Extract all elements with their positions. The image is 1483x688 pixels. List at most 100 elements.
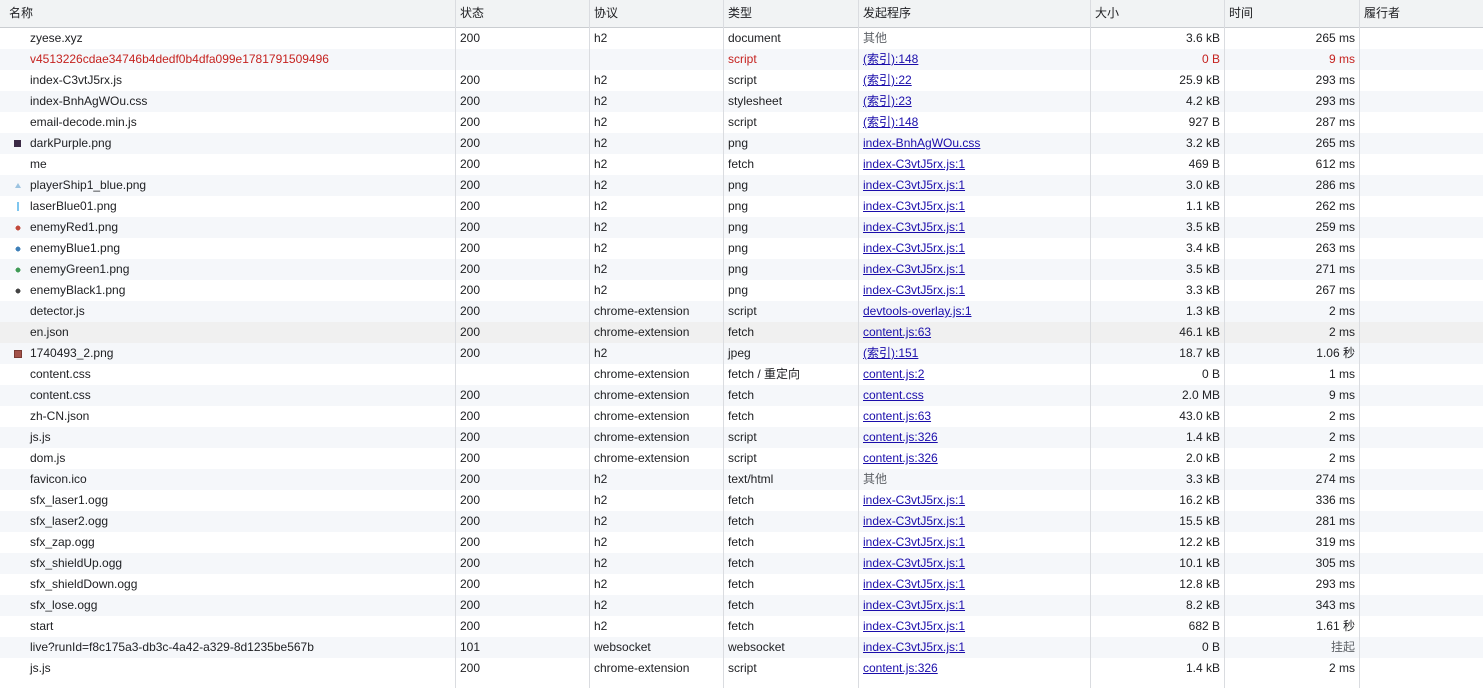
- initiator-link[interactable]: index-C3vtJ5rx.js:1: [863, 556, 965, 570]
- initiator-link[interactable]: devtools-overlay.js:1: [863, 304, 972, 318]
- request-name[interactable]: enemyGreen1.png: [0, 259, 455, 280]
- initiator-link[interactable]: index-C3vtJ5rx.js:1: [863, 178, 965, 192]
- initiator-link[interactable]: index-C3vtJ5rx.js:1: [863, 535, 965, 549]
- table-row[interactable]: favicon.ico 200 h2 text/html 其他 3.3 kB 274 ms: [0, 469, 1483, 490]
- table-row[interactable]: index-BnhAgWOu.css 200 h2 stylesheet (索引):23…: [0, 91, 1483, 112]
- initiator-link[interactable]: (索引):151: [863, 346, 918, 360]
- column-header-time[interactable]: 时间: [1224, 0, 1359, 27]
- request-name[interactable]: dom.js: [0, 448, 455, 469]
- request-name[interactable]: js.js: [0, 427, 455, 448]
- table-row[interactable]: content.css chrome-extension fetch / 重定向 co…: [0, 364, 1483, 385]
- column-header-protocol[interactable]: 协议: [589, 0, 723, 27]
- table-row[interactable]: sfx_shieldUp.ogg 200 h2 fetch index-C3vtJ5rx…: [0, 553, 1483, 574]
- request-name[interactable]: content.css: [0, 364, 455, 385]
- table-row[interactable]: sfx_lose.ogg 200 h2 fetch index-C3vtJ5rx.js:…: [0, 595, 1483, 616]
- request-name[interactable]: index-C3vtJ5rx.js: [0, 70, 455, 91]
- request-name[interactable]: playerShip1_blue.png: [0, 175, 455, 196]
- table-row[interactable]: js.js 200 chrome-extension script content.js…: [0, 658, 1483, 679]
- column-divider[interactable]: [1224, 0, 1225, 688]
- request-name[interactable]: enemyBlue1.png: [0, 238, 455, 259]
- column-divider[interactable]: [455, 0, 456, 688]
- table-row[interactable]: v4513226cdae34746b4dedf0b4dfa099e1781791…: [0, 49, 1483, 70]
- initiator-link[interactable]: content.js:326: [863, 451, 938, 465]
- column-header-name[interactable]: 名称: [0, 0, 455, 27]
- table-row[interactable]: email-decode.min.js 200 h2 script (索引):148 92…: [0, 112, 1483, 133]
- initiator-link[interactable]: index-C3vtJ5rx.js:1: [863, 283, 965, 297]
- request-name[interactable]: content.css: [0, 385, 455, 406]
- request-name[interactable]: enemyRed1.png: [0, 217, 455, 238]
- initiator-link[interactable]: index-C3vtJ5rx.js:1: [863, 514, 965, 528]
- initiator-link[interactable]: index-C3vtJ5rx.js:1: [863, 241, 965, 255]
- request-name[interactable]: enemyBlack1.png: [0, 280, 455, 301]
- request-name[interactable]: v4513226cdae34746b4dedf0b4dfa099e1781791…: [0, 49, 455, 70]
- request-name[interactable]: favicon.ico: [0, 469, 455, 490]
- column-header-waterfall[interactable]: 履行者: [1359, 0, 1483, 27]
- request-name[interactable]: start: [0, 616, 455, 637]
- initiator-link[interactable]: content.js:63: [863, 325, 931, 339]
- column-header-status[interactable]: 状态: [455, 0, 589, 27]
- initiator-link[interactable]: index-C3vtJ5rx.js:1: [863, 220, 965, 234]
- initiator-link[interactable]: content.js:326: [863, 661, 938, 675]
- request-name[interactable]: zyese.xyz: [0, 28, 455, 49]
- request-name[interactable]: index-BnhAgWOu.css: [0, 91, 455, 112]
- initiator-link[interactable]: (索引):148: [863, 115, 918, 129]
- request-name[interactable]: detector.js: [0, 301, 455, 322]
- initiator-link[interactable]: index-C3vtJ5rx.js:1: [863, 619, 965, 633]
- column-header-size[interactable]: 大小: [1090, 0, 1224, 27]
- request-name[interactable]: live?runId=f8c175a3-db3c-4a42-a329-8d123…: [0, 637, 455, 658]
- table-row[interactable]: sfx_zap.ogg 200 h2 fetch index-C3vtJ5rx.js:1…: [0, 532, 1483, 553]
- table-row[interactable]: playerShip1_blue.png 200 h2 png index-C3vtJ5…: [0, 175, 1483, 196]
- column-divider[interactable]: [1090, 0, 1091, 688]
- table-row[interactable]: js.js 200 chrome-extension script content.js…: [0, 427, 1483, 448]
- table-row[interactable]: start 200 h2 fetch index-C3vtJ5rx.js:1 682 B 1…: [0, 616, 1483, 637]
- initiator-link[interactable]: index-C3vtJ5rx.js:1: [863, 640, 965, 654]
- table-row[interactable]: live?runId=f8c175a3-db3c-4a42-a329-8d123…: [0, 637, 1483, 658]
- table-row[interactable]: enemyRed1.png 200 h2 png index-C3vtJ5rx.js:1…: [0, 217, 1483, 238]
- table-row[interactable]: darkPurple.png 200 h2 png index-BnhAgWOu.css…: [0, 133, 1483, 154]
- request-name[interactable]: en.json: [0, 322, 455, 343]
- request-name[interactable]: sfx_shieldDown.ogg: [0, 574, 455, 595]
- table-row[interactable]: content.css 200 chrome-extension fetch conte…: [0, 385, 1483, 406]
- initiator-link[interactable]: index-BnhAgWOu.css: [863, 136, 980, 150]
- request-name[interactable]: sfx_lose.ogg: [0, 595, 455, 616]
- initiator-link[interactable]: index-C3vtJ5rx.js:1: [863, 157, 965, 171]
- table-row[interactable]: zh-CN.json 200 chrome-extension fetch conten…: [0, 406, 1483, 427]
- initiator-link[interactable]: index-C3vtJ5rx.js:1: [863, 598, 965, 612]
- column-header-initiator[interactable]: 发起程序: [858, 0, 1090, 27]
- table-row[interactable]: me 200 h2 fetch index-C3vtJ5rx.js:1 469 B 612 …: [0, 154, 1483, 175]
- initiator-link[interactable]: content.css: [863, 388, 924, 402]
- column-divider[interactable]: [589, 0, 590, 688]
- request-name[interactable]: email-decode.min.js: [0, 112, 455, 133]
- table-row[interactable]: enemyGreen1.png 200 h2 png index-C3vtJ5rx.js…: [0, 259, 1483, 280]
- request-name[interactable]: darkPurple.png: [0, 133, 455, 154]
- table-row[interactable]: detector.js 200 chrome-extension script devt…: [0, 301, 1483, 322]
- initiator-link[interactable]: content.js:63: [863, 409, 931, 423]
- request-name[interactable]: me: [0, 154, 455, 175]
- request-name[interactable]: js.js: [0, 658, 455, 679]
- initiator-link[interactable]: content.js:2: [863, 367, 924, 381]
- table-row[interactable]: dom.js 200 chrome-extension script content.j…: [0, 448, 1483, 469]
- table-row[interactable]: sfx_laser2.ogg 200 h2 fetch index-C3vtJ5rx.j…: [0, 511, 1483, 532]
- initiator-link[interactable]: (索引):22: [863, 73, 912, 87]
- initiator-link[interactable]: (索引):23: [863, 94, 912, 108]
- request-name[interactable]: laserBlue01.png: [0, 196, 455, 217]
- initiator-link[interactable]: index-C3vtJ5rx.js:1: [863, 262, 965, 276]
- table-row[interactable]: en.json 200 chrome-extension fetch content.j…: [0, 322, 1483, 343]
- table-row[interactable]: enemyBlack1.png 200 h2 png index-C3vtJ5rx.js…: [0, 280, 1483, 301]
- initiator-link[interactable]: index-C3vtJ5rx.js:1: [863, 199, 965, 213]
- column-divider[interactable]: [1359, 0, 1360, 688]
- request-name[interactable]: 1740493_2.png: [0, 343, 455, 364]
- request-name[interactable]: zh-CN.json: [0, 406, 455, 427]
- table-row[interactable]: laserBlue01.png 200 h2 png index-C3vtJ5rx.js…: [0, 196, 1483, 217]
- table-row[interactable]: sfx_laser1.ogg 200 h2 fetch index-C3vtJ5rx.j…: [0, 490, 1483, 511]
- table-row[interactable]: sfx_shieldDown.ogg 200 h2 fetch index-C3vtJ5…: [0, 574, 1483, 595]
- table-row[interactable]: index-C3vtJ5rx.js 200 h2 script (索引):22 25.9 …: [0, 70, 1483, 91]
- table-row[interactable]: enemyBlue1.png 200 h2 png index-C3vtJ5rx.js:…: [0, 238, 1483, 259]
- initiator-link[interactable]: (索引):148: [863, 52, 918, 66]
- initiator-link[interactable]: index-C3vtJ5rx.js:1: [863, 577, 965, 591]
- column-header-type[interactable]: 类型: [723, 0, 858, 27]
- initiator-link[interactable]: index-C3vtJ5rx.js:1: [863, 493, 965, 507]
- column-divider[interactable]: [723, 0, 724, 688]
- request-name[interactable]: sfx_laser2.ogg: [0, 511, 455, 532]
- column-divider[interactable]: [858, 0, 859, 688]
